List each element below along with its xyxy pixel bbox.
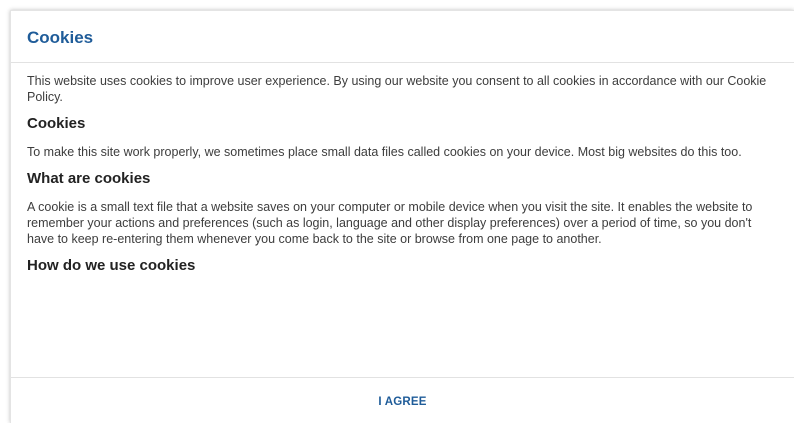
dialog-title: Cookies xyxy=(27,28,94,47)
dialog-header: Cookies xyxy=(11,11,794,63)
agree-button[interactable]: I AGREE xyxy=(368,392,436,412)
intro-text: This website uses cookies to improve use… xyxy=(27,74,767,104)
dialog-body[interactable]: This website uses cookies to improve use… xyxy=(11,63,794,381)
section-heading-what-are-cookies: What are cookies xyxy=(27,170,151,187)
section-text-cookies: To make this site work properly, we some… xyxy=(27,145,742,159)
dialog-footer: I AGREE xyxy=(11,377,794,423)
cookie-consent-dialog: Cookies This website uses cookies to imp… xyxy=(10,10,794,423)
section-text-what-are-cookies: A cookie is a small text file that a web… xyxy=(27,200,753,246)
section-heading-how-we-use-cookies: How do we use cookies xyxy=(27,257,196,274)
section-heading-cookies: Cookies xyxy=(27,115,86,132)
